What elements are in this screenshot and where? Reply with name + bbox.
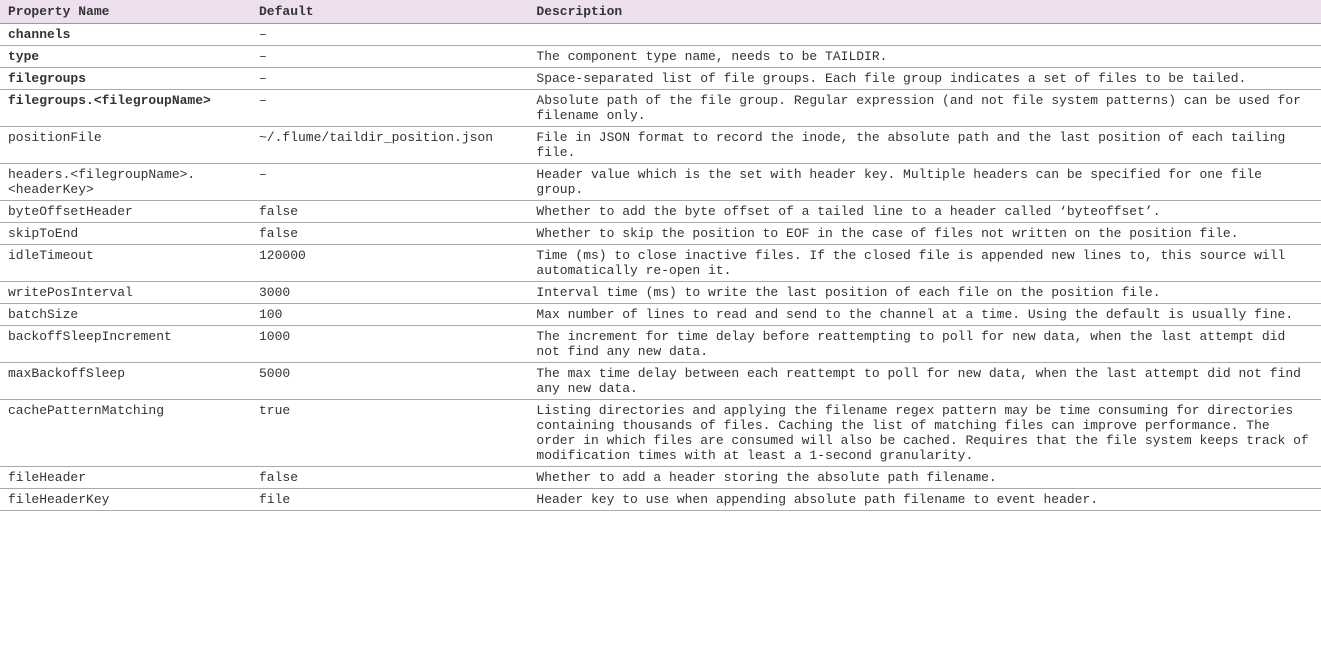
description-cell: Interval time (ms) to write the last pos… <box>528 282 1321 304</box>
description-cell <box>528 24 1321 46</box>
default-cell: 120000 <box>251 245 528 282</box>
property-name-cell: channels <box>0 24 251 46</box>
header-description: Description <box>528 0 1321 24</box>
table-row: idleTimeout120000Time (ms) to close inac… <box>0 245 1321 282</box>
property-name-cell: backoffSleepIncrement <box>0 326 251 363</box>
table-row: cachePatternMatchingtrueListing director… <box>0 400 1321 467</box>
default-cell: false <box>251 201 528 223</box>
table-row: maxBackoffSleep5000The max time delay be… <box>0 363 1321 400</box>
default-cell: – <box>251 68 528 90</box>
default-cell: file <box>251 489 528 511</box>
table-row: batchSize100Max number of lines to read … <box>0 304 1321 326</box>
description-cell: The max time delay between each reattemp… <box>528 363 1321 400</box>
description-cell: Whether to add the byte offset of a tail… <box>528 201 1321 223</box>
description-cell: Listing directories and applying the fil… <box>528 400 1321 467</box>
description-cell: Whether to skip the position to EOF in t… <box>528 223 1321 245</box>
header-default: Default <box>251 0 528 24</box>
table-row: fileHeaderfalseWhether to add a header s… <box>0 467 1321 489</box>
description-cell: The increment for time delay before reat… <box>528 326 1321 363</box>
property-name-cell: byteOffsetHeader <box>0 201 251 223</box>
property-name-cell: fileHeaderKey <box>0 489 251 511</box>
description-cell: Space-separated list of file groups. Eac… <box>528 68 1321 90</box>
property-name-cell: writePosInterval <box>0 282 251 304</box>
table-row: channels– <box>0 24 1321 46</box>
table-row: backoffSleepIncrement1000The increment f… <box>0 326 1321 363</box>
description-cell: Absolute path of the file group. Regular… <box>528 90 1321 127</box>
default-cell: 1000 <box>251 326 528 363</box>
description-cell: Time (ms) to close inactive files. If th… <box>528 245 1321 282</box>
property-name-cell: idleTimeout <box>0 245 251 282</box>
default-cell: – <box>251 164 528 201</box>
table-row: filegroups.<filegroupName>–Absolute path… <box>0 90 1321 127</box>
table-row: headers.<filegroupName>.<headerKey>–Head… <box>0 164 1321 201</box>
property-name-cell: cachePatternMatching <box>0 400 251 467</box>
property-name-cell: headers.<filegroupName>.<headerKey> <box>0 164 251 201</box>
property-name-cell: filegroups <box>0 68 251 90</box>
property-name-cell: filegroups.<filegroupName> <box>0 90 251 127</box>
property-name-cell: maxBackoffSleep <box>0 363 251 400</box>
description-cell: Whether to add a header storing the abso… <box>528 467 1321 489</box>
header-property-name: Property Name <box>0 0 251 24</box>
table-row: writePosInterval3000Interval time (ms) t… <box>0 282 1321 304</box>
property-name-cell: fileHeader <box>0 467 251 489</box>
default-cell: false <box>251 223 528 245</box>
default-cell: false <box>251 467 528 489</box>
description-cell: File in JSON format to record the inode,… <box>528 127 1321 164</box>
table-row: positionFile~/.flume/taildir_position.js… <box>0 127 1321 164</box>
table-row: filegroups–Space-separated list of file … <box>0 68 1321 90</box>
properties-table: Property Name Default Description channe… <box>0 0 1321 511</box>
property-name-cell: positionFile <box>0 127 251 164</box>
default-cell: true <box>251 400 528 467</box>
default-cell: – <box>251 90 528 127</box>
table-header-row: Property Name Default Description <box>0 0 1321 24</box>
property-name-cell: batchSize <box>0 304 251 326</box>
default-cell: – <box>251 24 528 46</box>
default-cell: 3000 <box>251 282 528 304</box>
table-row: byteOffsetHeaderfalseWhether to add the … <box>0 201 1321 223</box>
table-row: type–The component type name, needs to b… <box>0 46 1321 68</box>
default-cell: 5000 <box>251 363 528 400</box>
table-row: skipToEndfalseWhether to skip the positi… <box>0 223 1321 245</box>
default-cell: ~/.flume/taildir_position.json <box>251 127 528 164</box>
table-row: fileHeaderKeyfileHeader key to use when … <box>0 489 1321 511</box>
default-cell: 100 <box>251 304 528 326</box>
property-name-cell: type <box>0 46 251 68</box>
description-cell: The component type name, needs to be TAI… <box>528 46 1321 68</box>
description-cell: Header value which is the set with heade… <box>528 164 1321 201</box>
description-cell: Max number of lines to read and send to … <box>528 304 1321 326</box>
default-cell: – <box>251 46 528 68</box>
description-cell: Header key to use when appending absolut… <box>528 489 1321 511</box>
property-name-cell: skipToEnd <box>0 223 251 245</box>
